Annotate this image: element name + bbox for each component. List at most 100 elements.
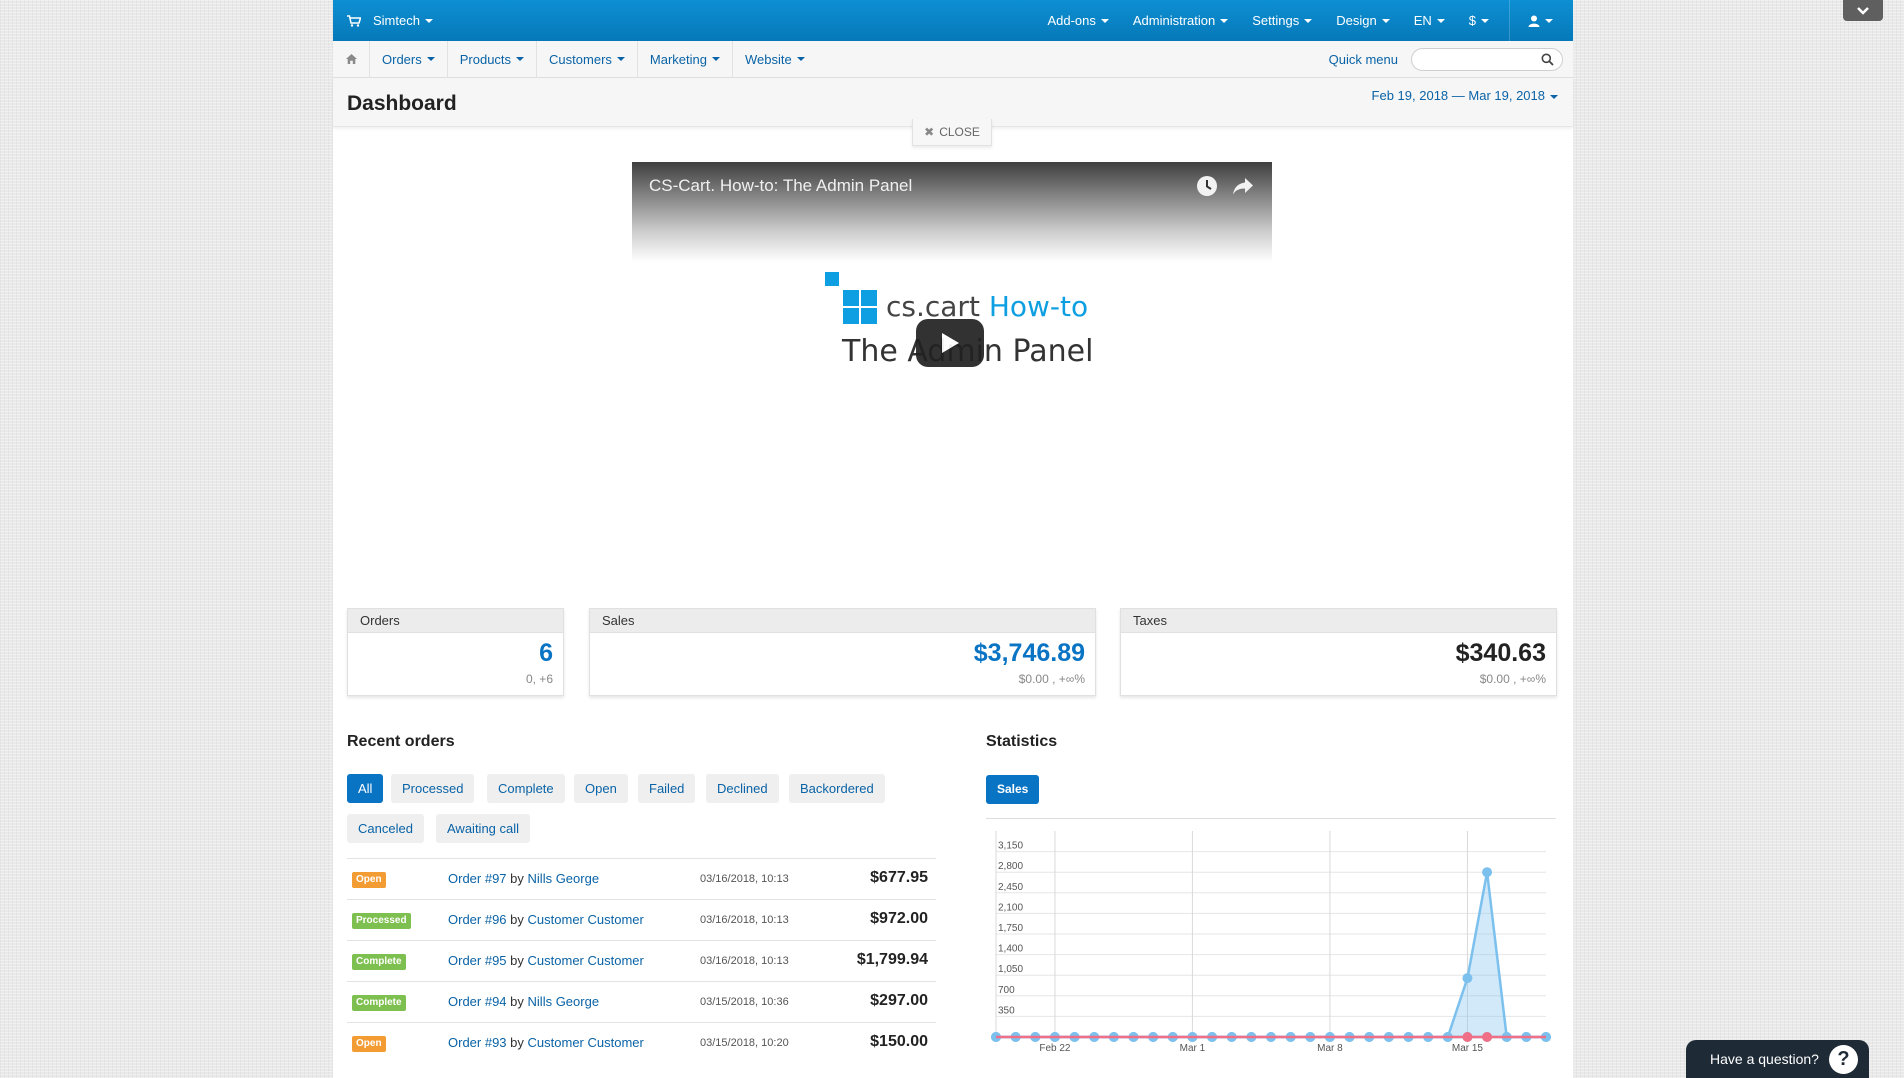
search-box (1411, 48, 1563, 71)
customer-link[interactable]: Nills George (528, 994, 600, 1009)
nav-label: Products (459, 51, 512, 67)
order-number[interactable]: Order #94 (448, 994, 507, 1009)
stat-card-taxes: Taxes $340.63 $0.00 , +∞% (1120, 608, 1557, 696)
date-range-picker[interactable]: Feb 19, 2018 — Mar 19, 2018 (1372, 88, 1558, 103)
y-tick-label: 350 (998, 1005, 1015, 1016)
nav-products[interactable]: Products (446, 40, 536, 78)
y-tick-label: 2,800 (998, 861, 1023, 872)
menu-label: Design (1336, 13, 1377, 28)
order-amount: $972.00 (870, 910, 928, 927)
user-menu[interactable] (1510, 0, 1573, 41)
x-tick-label: Feb 22 (1039, 1043, 1071, 1054)
video-player[interactable]: CS-Cart. How-to: The Admin Panel cs.cart… (632, 162, 1272, 572)
caret-down-icon (426, 57, 435, 61)
filter-declined[interactable]: Declined (706, 774, 779, 803)
order-amount: $150.00 (870, 1033, 928, 1050)
order-number[interactable]: Order #96 (448, 912, 507, 927)
caret-down-icon (1304, 18, 1313, 23)
table-row: Processed Order #96 by Customer Customer… (347, 899, 936, 940)
order-date: 03/16/2018, 10:13 (700, 914, 789, 926)
order-number[interactable]: Order #97 (448, 871, 507, 886)
stat-label: Orders (348, 609, 563, 633)
filter-all[interactable]: All (347, 774, 384, 803)
order-number[interactable]: Order #93 (448, 1035, 507, 1050)
order-number[interactable]: Order #95 (448, 953, 507, 968)
top-nav: Add-ons Administration Settings Design E… (1035, 0, 1573, 41)
watch-later-icon[interactable] (1196, 175, 1218, 200)
date-range-label: Feb 19, 2018 — Mar 19, 2018 (1371, 88, 1545, 103)
caret-down-icon (1550, 94, 1558, 99)
y-tick-label: 3,150 (998, 841, 1023, 852)
menu-design[interactable]: Design (1324, 0, 1401, 41)
caret-down-icon (516, 57, 525, 61)
close-video-button[interactable]: ✖ CLOSE (912, 119, 992, 146)
stat-value[interactable]: $3,746.89 (974, 639, 1085, 668)
customer-link[interactable]: Customer Customer (528, 1035, 644, 1050)
sub-nav: Orders Products Customers Marketing Webs… (333, 40, 1573, 78)
menu-language[interactable]: EN (1402, 0, 1457, 41)
y-tick-label: 1,050 (998, 964, 1023, 975)
status-badge: Open (352, 1036, 386, 1052)
menu-administration[interactable]: Administration (1121, 0, 1240, 41)
search-input[interactable] (1422, 49, 1542, 70)
nav-orders[interactable]: Orders (369, 40, 447, 78)
filter-processed[interactable]: Processed (391, 774, 475, 803)
nav-label: Marketing (649, 51, 707, 67)
home-link[interactable] (333, 53, 369, 65)
y-tick-label: 2,450 (998, 882, 1023, 893)
menu-addons[interactable]: Add-ons (1035, 0, 1120, 41)
stat-card-sales: Sales $3,746.89 $0.00 , +∞% (589, 608, 1096, 696)
customer-link[interactable]: Nills George (528, 871, 600, 886)
data-point (1462, 1032, 1473, 1042)
menu-currency[interactable]: $ (1457, 0, 1501, 41)
quick-menu-link[interactable]: Quick menu (1329, 52, 1398, 67)
nav-label: Orders (382, 51, 422, 67)
filter-open[interactable]: Open (574, 774, 628, 803)
stat-sub: $0.00 , +∞% (1479, 672, 1546, 686)
search-icon[interactable] (1541, 53, 1554, 69)
order-link[interactable]: Order #95 by Customer Customer (448, 953, 644, 968)
filter-failed[interactable]: Failed (638, 774, 696, 803)
menu-settings[interactable]: Settings (1240, 0, 1324, 41)
menu-label: EN (1413, 13, 1432, 28)
stat-value[interactable]: 6 (539, 639, 553, 668)
nav-marketing[interactable]: Marketing (636, 40, 732, 78)
sales-chart: 350 700 1,050 1,400 1,750 2,100 2,450 2,800 3,15… (986, 818, 1556, 1054)
filter-canceled[interactable]: Canceled (347, 814, 424, 843)
order-amount: $297.00 (870, 992, 928, 1009)
order-amount: $1,799.94 (856, 951, 928, 968)
tab-sales[interactable]: Sales (986, 775, 1040, 804)
page-title: Dashboard (347, 92, 457, 115)
order-date: 03/16/2018, 10:13 (700, 955, 789, 967)
store-switcher[interactable]: Simtech (333, 13, 433, 28)
nav-website[interactable]: Website (731, 40, 817, 78)
filter-backordered[interactable]: Backordered (789, 774, 885, 803)
table-row: Complete Order #94 by Nills George 03/15… (347, 981, 936, 1022)
nav-customers[interactable]: Customers (536, 40, 637, 78)
play-button[interactable] (916, 319, 984, 367)
order-link[interactable]: Order #97 by Nills George (448, 871, 599, 886)
order-link[interactable]: Order #93 by Customer Customer (448, 1035, 644, 1050)
share-icon[interactable] (1232, 176, 1254, 199)
menu-label: Administration (1132, 13, 1216, 28)
status-badge: Processed (352, 913, 411, 929)
video-title[interactable]: CS-Cart. How-to: The Admin Panel (649, 176, 912, 196)
filter-awaiting-call[interactable]: Awaiting call (436, 814, 531, 843)
stat-sub: $0.00 , +∞% (1018, 672, 1085, 686)
help-chat-button[interactable]: Have a question? ? (1686, 1040, 1869, 1078)
order-link[interactable]: Order #96 by Customer Customer (448, 912, 644, 927)
order-date: 03/16/2018, 10:13 (700, 873, 789, 885)
order-link[interactable]: Order #94 by Nills George (448, 994, 599, 1009)
customer-link[interactable]: Customer Customer (528, 953, 644, 968)
by-label: by (510, 912, 524, 927)
table-row: Open Order #93 by Customer Customer 03/1… (347, 1022, 936, 1063)
caret-down-icon (616, 57, 625, 61)
customer-link[interactable]: Customer Customer (528, 912, 644, 927)
data-point (1482, 867, 1493, 878)
admin-app: Simtech Add-ons Administration Settings … (333, 0, 1573, 1078)
statistics-title: Statistics (986, 733, 1058, 750)
filter-complete[interactable]: Complete (487, 774, 565, 803)
caret-down-icon (1481, 18, 1489, 23)
collapse-toggle[interactable] (1843, 0, 1883, 21)
close-icon: ✖ (924, 125, 935, 139)
